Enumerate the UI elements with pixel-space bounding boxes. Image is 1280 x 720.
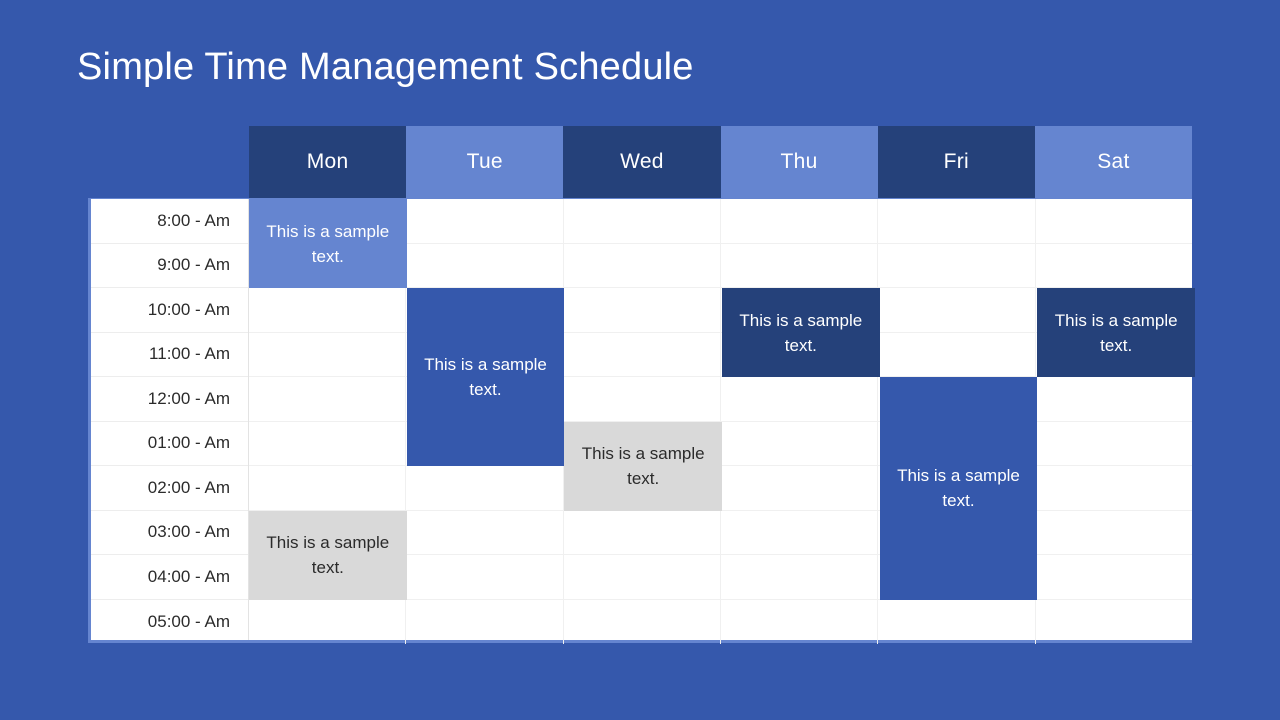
schedule-cell-wed-4[interactable] [564,377,721,421]
schedule-cell-tue-8[interactable] [406,555,564,599]
time-label: 10:00 - Am [91,288,248,333]
schedule-cell-tue-6[interactable] [406,466,564,510]
schedule-cell-wed-2[interactable] [564,288,721,332]
schedule-cell-sat-4[interactable] [1036,377,1192,421]
day-header-thu[interactable]: Thu [720,126,878,198]
schedule-cell-sat-0[interactable] [1036,199,1192,243]
time-label: 9:00 - Am [91,244,248,288]
schedule-cell-tue-7[interactable] [406,510,564,554]
schedule-cell-mon-9[interactable] [249,599,407,644]
schedule-cell-sat-8[interactable] [1036,555,1192,599]
schedule-cell-sat-5[interactable] [1036,422,1192,466]
event-block[interactable]: This is a sample text. [722,288,880,377]
schedule-cell-wed-0[interactable] [564,199,721,243]
day-header-row: Mon Tue Wed Thu Fri Sat [249,126,1193,198]
schedule-cell-fri-3[interactable] [878,332,1036,376]
time-label: 8:00 - Am [91,199,248,244]
event-block[interactable]: This is a sample text. [879,377,1038,600]
schedule-cell-sat-1[interactable] [1036,244,1192,288]
schedule-cell-fri-2[interactable] [878,288,1036,332]
schedule-row [249,599,1192,645]
page-title: Simple Time Management Schedule [77,46,694,88]
schedule-cell-mon-4[interactable] [249,377,407,421]
schedule-cell-wed-7[interactable] [564,510,721,554]
schedule-cell-fri-0[interactable] [878,199,1036,243]
schedule-row [249,377,1192,422]
schedule-cell-wed-3[interactable] [564,332,721,376]
schedule-cell-thu-1[interactable] [721,243,879,287]
time-label: 01:00 - Am [91,422,248,466]
time-label: 03:00 - Am [91,511,248,555]
event-block[interactable]: This is a sample text. [249,510,407,600]
schedule-cell-sat-9[interactable] [1036,600,1192,645]
day-header-fri[interactable]: Fri [877,126,1035,198]
schedule-cell-tue-9[interactable] [406,599,564,644]
schedule-cell-wed-8[interactable] [564,555,721,599]
event-text: This is a sample text. [1054,310,1178,355]
event-text: This is a sample text. [266,533,390,577]
schedule-cell-wed-1[interactable] [564,243,721,287]
event-text: This is a sample text. [424,355,547,399]
schedule-table: Mon Tue Wed Thu Fri Sat 8:00 - Am 9:00 - Am 10:… [88,126,1195,645]
schedule-cell-thu-7[interactable] [721,510,879,554]
schedule-cell-fri-9[interactable] [878,599,1036,644]
schedule-cell-sat-7[interactable] [1036,511,1192,555]
schedule-cell-mon-3[interactable] [249,332,407,376]
day-header-mon[interactable]: Mon [249,126,407,198]
event-block[interactable]: This is a sample text. [249,199,407,288]
schedule-cell-fri-1[interactable] [878,243,1036,287]
event-block[interactable]: This is a sample text. [564,421,722,511]
schedule-cell-thu-0[interactable] [721,199,879,243]
time-label-column: 8:00 - Am 9:00 - Am 10:00 - Am 11:00 - Am 12… [91,199,249,640]
time-label: 11:00 - Am [91,333,248,377]
time-label: 12:00 - Am [91,377,248,422]
time-label: 05:00 - Am [147,611,230,631]
event-text: This is a sample text. [581,444,705,488]
event-text: This is a sample text. [266,221,390,266]
schedule-cell-mon-6[interactable] [249,466,407,510]
schedule-cell-mon-5[interactable] [249,421,407,465]
schedule-cell-tue-0[interactable] [406,199,564,243]
schedule-cell-thu-4[interactable] [721,377,879,421]
day-header-sat[interactable]: Sat [1034,126,1193,198]
schedule-cell-thu-5[interactable] [721,421,879,465]
schedule-cell-mon-2[interactable] [249,288,407,332]
schedule-body: 8:00 - Am 9:00 - Am 10:00 - Am 11:00 - Am 12… [88,198,1195,645]
time-label: 02:00 - Am [91,466,248,511]
schedule-cell-thu-6[interactable] [721,466,879,510]
schedule-cell-wed-9[interactable] [564,599,721,644]
event-text: This is a sample text. [897,466,1020,511]
event-text: This is a sample text. [739,310,863,355]
time-label: 04:00 - Am [91,555,248,600]
day-header-wed[interactable]: Wed [563,126,721,198]
event-block[interactable]: This is a sample text. [1037,288,1195,377]
schedule-cell-tue-1[interactable] [406,243,564,287]
day-header-tue[interactable]: Tue [406,126,564,198]
schedule-cell-thu-8[interactable] [721,555,879,599]
schedule-cell-thu-9[interactable] [721,599,879,644]
event-block[interactable]: This is a sample text. [406,288,565,466]
schedule-cell-sat-6[interactable] [1036,466,1192,510]
